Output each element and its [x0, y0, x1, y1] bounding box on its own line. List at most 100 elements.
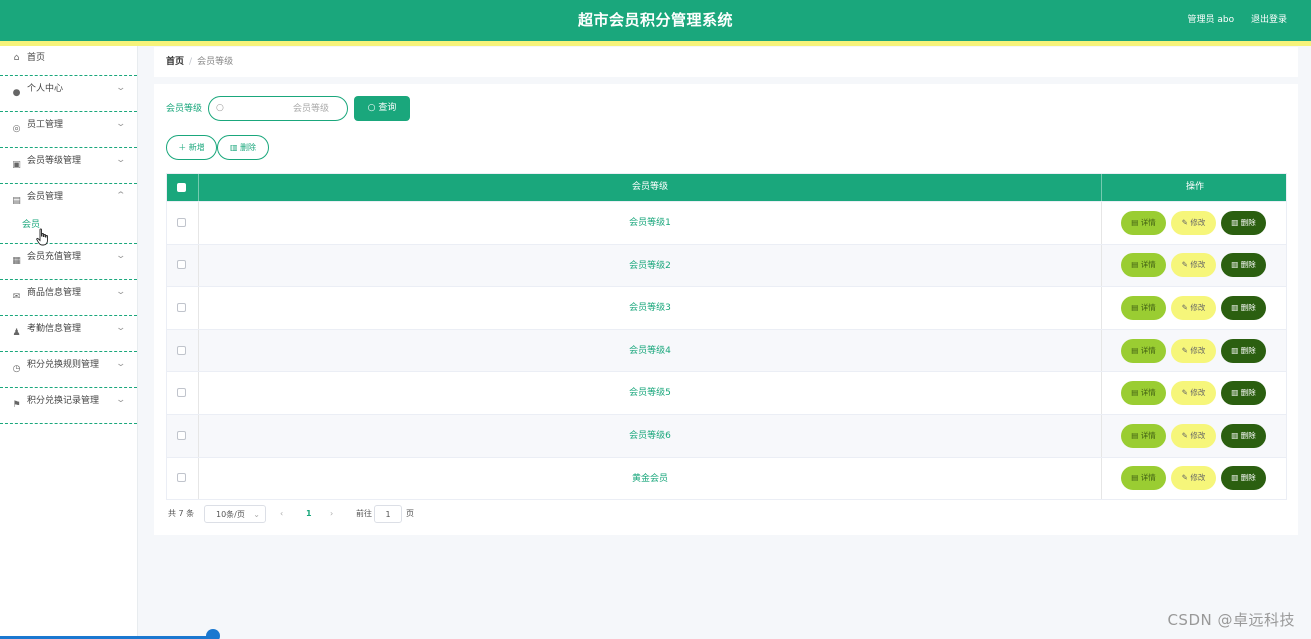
- row-checkbox-cell: [167, 287, 199, 329]
- delete-button[interactable]: ▥ 删除: [1221, 295, 1266, 320]
- detail-label: 详情: [1140, 217, 1156, 227]
- breadcrumb-home[interactable]: 首页: [166, 57, 184, 67]
- trash-icon: ▥: [1231, 388, 1241, 398]
- sidebar-item-member[interactable]: ▤ 会员管理 ⌃: [0, 184, 137, 212]
- header-checkbox-cell: [167, 174, 199, 201]
- clock-icon: ◷: [12, 364, 21, 374]
- goto-page-input[interactable]: 1: [374, 505, 402, 523]
- delete-button[interactable]: ▥ 删除: [1221, 466, 1266, 491]
- row-actions: ▤ 详情 ✎ 修改 ▥ 删除: [1102, 330, 1288, 372]
- page-suffix: 页: [406, 509, 414, 518]
- detail-button[interactable]: ▤ 详情: [1121, 338, 1166, 363]
- sidebar-item-products[interactable]: ✉ 商品信息管理 ⌄: [0, 280, 137, 316]
- add-button[interactable]: ＋ 新增: [166, 135, 217, 160]
- grid-icon: ▦: [12, 256, 21, 266]
- trash-icon: ▥: [1231, 345, 1241, 355]
- member-level-table: 会员等级 操作 会员等级1 ▤ 详情 ✎ 修改 ▥ 删除 会员等级2 ▤ 详情 ✎ 修改 ▥ …: [166, 173, 1288, 501]
- table-row: 会员等级5 ▤ 详情 ✎ 修改 ▥ 删除: [167, 371, 1286, 414]
- delete-button[interactable]: ▥ 删除: [1221, 423, 1266, 448]
- total-count: 共 7 条: [168, 509, 195, 518]
- sidebar-item-exchange-records[interactable]: ⚑ 积分兑换记录管理 ⌄: [0, 388, 137, 424]
- row-checkbox[interactable]: [177, 388, 186, 398]
- trash-icon: ▥: [1231, 302, 1241, 312]
- trash-icon: ▥: [229, 143, 241, 152]
- detail-button[interactable]: ▤ 详情: [1121, 466, 1166, 491]
- sidebar-item-member-level[interactable]: ▣ 会员等级管理 ⌄: [0, 148, 137, 184]
- plus-icon: ＋: [178, 143, 189, 152]
- edit-button[interactable]: ✎ 修改: [1171, 295, 1216, 320]
- sidebar-item-home[interactable]: ⌂ 首页: [0, 46, 137, 76]
- sidebar-item-label: 商品信息管理: [27, 288, 82, 298]
- table-header: 会员等级 操作: [167, 174, 1286, 201]
- sidebar-subitem-member[interactable]: 会员: [0, 212, 137, 244]
- row-checkbox[interactable]: [177, 302, 186, 312]
- mail-icon: ✉: [12, 292, 21, 302]
- chevron-down-icon: ⌄: [253, 510, 260, 519]
- edit-button[interactable]: ✎ 修改: [1171, 381, 1216, 406]
- delete-button[interactable]: ▥ 删除: [1221, 210, 1266, 235]
- edit-button[interactable]: ✎ 修改: [1171, 210, 1216, 235]
- detail-icon: ▤: [1131, 430, 1141, 440]
- row-actions: ▤ 详情 ✎ 修改 ▥ 删除: [1102, 372, 1288, 414]
- row-checkbox[interactable]: [177, 260, 186, 270]
- row-actions: ▤ 详情 ✎ 修改 ▥ 删除: [1102, 415, 1288, 457]
- watermark: CSDN @卓远科技: [1167, 611, 1295, 629]
- chevron-down-icon: ⌄: [115, 359, 127, 369]
- chat-icon: ▤: [12, 196, 21, 206]
- query-button[interactable]: ○ 查询: [354, 96, 410, 121]
- breadcrumb: 首页 / 会员等级: [154, 47, 1298, 77]
- edit-button[interactable]: ✎ 修改: [1171, 338, 1216, 363]
- sidebar-item-profile[interactable]: ● 个人中心 ⌄: [0, 76, 137, 112]
- current-user: 管理员 abo: [1187, 15, 1235, 25]
- page-number[interactable]: 1: [306, 505, 312, 523]
- edit-button[interactable]: ✎ 修改: [1171, 423, 1216, 448]
- sidebar-item-attendance[interactable]: ♟ 考勤信息管理 ⌄: [0, 316, 137, 352]
- row-checkbox[interactable]: [177, 345, 186, 355]
- sidebar-item-recharge[interactable]: ▦ 会员充值管理 ⌄: [0, 244, 137, 280]
- main-panel: 会员等级 ○ ○ 查询 ＋ 新增 ▥ 删除 会员等级 操作 会员等级1▤ 详情✎…: [154, 84, 1298, 535]
- select-all-checkbox[interactable]: [177, 182, 186, 192]
- row-checkbox[interactable]: [177, 217, 186, 227]
- trash-icon: ▥: [1231, 260, 1241, 270]
- row-checkbox[interactable]: [177, 473, 186, 483]
- search-icon: ○: [216, 103, 224, 113]
- detail-button[interactable]: ▤ 详情: [1121, 210, 1166, 235]
- column-header-level: 会员等级: [199, 174, 1102, 201]
- row-checkbox-cell: [167, 414, 199, 457]
- trash-icon: ▥: [1231, 430, 1241, 440]
- delete-button[interactable]: ▥ 删除: [1221, 338, 1266, 363]
- header-accent-bar: [0, 41, 1311, 46]
- search-field[interactable]: ○: [208, 96, 348, 121]
- delete-button[interactable]: ▥ 删除: [1221, 381, 1266, 406]
- page-size-select[interactable]: 10条/页 ⌄: [204, 505, 266, 523]
- search-input[interactable]: [259, 101, 329, 116]
- logout-link[interactable]: 退出登录: [1251, 15, 1287, 25]
- prev-page-button[interactable]: ‹: [280, 505, 283, 523]
- edit-button[interactable]: ✎ 修改: [1171, 253, 1216, 278]
- edit-button[interactable]: ✎ 修改: [1171, 466, 1216, 491]
- table-row: 会员等级2 ▤ 详情 ✎ 修改 ▥ 删除: [167, 243, 1286, 287]
- next-page-button[interactable]: ›: [330, 505, 333, 523]
- detail-button[interactable]: ▤ 详情: [1121, 253, 1166, 278]
- detail-button[interactable]: ▤ 详情: [1121, 423, 1166, 448]
- delete-button[interactable]: ▥ 删除: [1221, 253, 1266, 278]
- goto-label: 前往: [356, 509, 372, 518]
- delete-label: 删除: [1240, 260, 1256, 270]
- sidebar-item-label: 会员充值管理: [27, 252, 82, 262]
- scrollbar-handle[interactable]: [206, 629, 220, 639]
- detail-button[interactable]: ▤ 详情: [1121, 295, 1166, 320]
- search-icon: ○: [367, 103, 379, 113]
- row-checkbox[interactable]: [177, 430, 186, 440]
- row-level-name: 会员等级4: [199, 329, 1102, 372]
- edit-label: 修改: [1190, 430, 1206, 440]
- chevron-down-icon: ⌄: [115, 287, 127, 297]
- batch-delete-button[interactable]: ▥ 删除: [217, 135, 269, 160]
- detail-button[interactable]: ▤ 详情: [1121, 381, 1166, 406]
- sidebar-item-label: 个人中心: [27, 84, 64, 94]
- row-level-name: 会员等级6: [199, 414, 1102, 457]
- sidebar-item-exchange-rules[interactable]: ◷ 积分兑换规则管理 ⌄: [0, 352, 137, 388]
- add-button-label: 新增: [188, 143, 205, 152]
- sidebar-item-staff[interactable]: ◎ 员工管理 ⌄: [0, 112, 137, 148]
- row-actions: ▤ 详情 ✎ 修改 ▥ 删除: [1102, 287, 1288, 329]
- detail-label: 详情: [1140, 430, 1156, 440]
